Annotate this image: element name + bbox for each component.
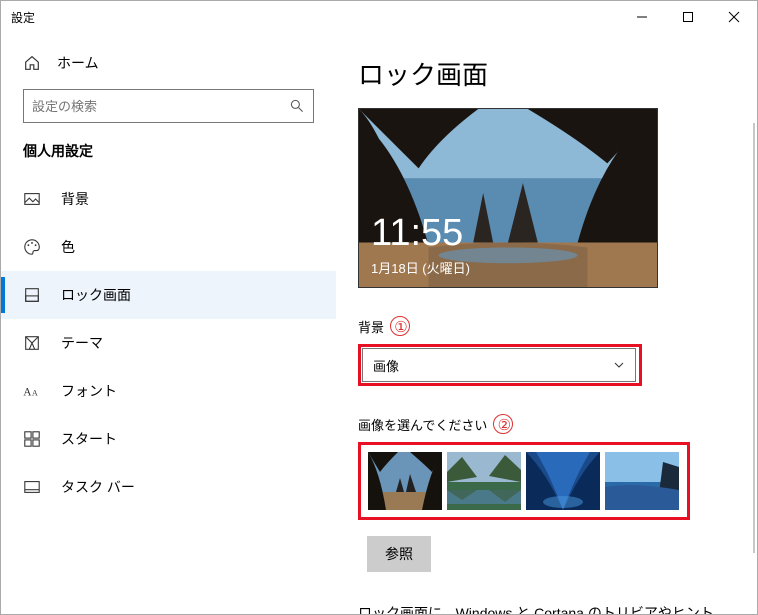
nav-home[interactable]: ホーム	[1, 43, 336, 85]
search-icon	[289, 98, 305, 114]
nav-item-label: スタート	[61, 429, 117, 449]
nav-item-fonts[interactable]: AA フォント	[1, 367, 336, 415]
chevron-down-icon	[613, 359, 625, 371]
svg-text:A: A	[23, 386, 32, 398]
choose-image-label: 画像を選んでください	[358, 415, 487, 434]
thumbnail-row	[362, 446, 686, 516]
themes-icon	[23, 334, 41, 352]
nav-item-label: 背景	[61, 189, 89, 209]
taskbar-icon	[23, 478, 41, 496]
start-icon	[23, 430, 41, 448]
dropdown-value: 画像	[373, 356, 399, 375]
scrollbar[interactable]	[753, 123, 755, 553]
nav-item-taskbar[interactable]: タスク バー	[1, 463, 336, 511]
palette-icon	[23, 238, 41, 256]
thumbnail-4[interactable]	[605, 452, 679, 510]
search-box[interactable]	[23, 89, 314, 123]
browse-button[interactable]: 参照	[367, 536, 431, 572]
close-button[interactable]	[711, 1, 757, 33]
settings-window: 設定 ホーム 個人用設定	[0, 0, 758, 615]
sidebar: ホーム 個人用設定 背景 色 ロック画面 テーマ	[1, 33, 336, 614]
image-icon	[23, 190, 41, 208]
content-area: ロック画面 11:55 1月18日 (火曜日)	[336, 33, 757, 614]
search-input[interactable]	[32, 99, 289, 114]
nav-item-colors[interactable]: 色	[1, 223, 336, 271]
nav-item-label: ロック画面	[61, 285, 131, 305]
background-dropdown[interactable]: 画像	[362, 348, 636, 382]
callout-2: ②	[493, 414, 513, 434]
minimize-button[interactable]	[619, 1, 665, 33]
nav-item-themes[interactable]: テーマ	[1, 319, 336, 367]
choose-image-field: 画像を選んでください ②	[358, 414, 727, 572]
highlight-box-1: 画像	[358, 344, 642, 386]
sidebar-section-title: 個人用設定	[1, 141, 336, 175]
preview-date: 1月18日 (火曜日)	[371, 258, 470, 277]
nav-item-start[interactable]: スタート	[1, 415, 336, 463]
nav-item-background[interactable]: 背景	[1, 175, 336, 223]
preview-time: 11:55	[371, 214, 470, 252]
preview-overlay: 11:55 1月18日 (火曜日)	[371, 214, 470, 277]
background-label: 背景	[358, 317, 384, 336]
page-heading: ロック画面	[358, 55, 727, 92]
lockscreen-icon	[23, 286, 41, 304]
home-icon	[23, 54, 41, 72]
nav-item-label: フォント	[61, 381, 117, 401]
nav-item-label: テーマ	[61, 333, 103, 353]
body: ホーム 個人用設定 背景 色 ロック画面 テーマ	[1, 33, 757, 614]
fonts-icon: AA	[23, 382, 41, 400]
thumbnail-1[interactable]	[368, 452, 442, 510]
nav-item-lockscreen[interactable]: ロック画面	[1, 271, 336, 319]
nav-item-label: 色	[61, 237, 75, 257]
highlight-box-2	[358, 442, 690, 520]
thumbnail-3[interactable]	[526, 452, 600, 510]
window-controls	[619, 1, 757, 33]
titlebar: 設定	[1, 1, 757, 33]
minimize-icon	[636, 11, 648, 23]
nav-item-label: タスク バー	[61, 477, 135, 497]
maximize-button[interactable]	[665, 1, 711, 33]
close-icon	[728, 11, 740, 23]
svg-text:A: A	[32, 388, 38, 397]
thumbnail-2[interactable]	[447, 452, 521, 510]
background-field: 背景 ① 画像	[358, 316, 727, 386]
maximize-icon	[682, 11, 694, 23]
description-text: ロック画面に、Windows と Cortana のトリビアやヒントなどの情報を…	[358, 602, 727, 614]
lockscreen-preview: 11:55 1月18日 (火曜日)	[358, 108, 658, 288]
callout-1: ①	[390, 316, 410, 336]
nav-home-label: ホーム	[57, 53, 99, 73]
window-title: 設定	[11, 9, 35, 26]
